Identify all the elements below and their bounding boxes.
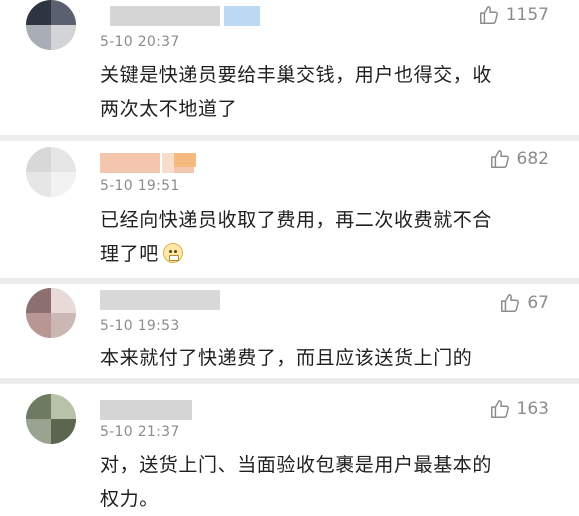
thumbs-up-icon — [490, 400, 509, 418]
thumbs-up-icon — [490, 150, 509, 168]
like-count: 67 — [527, 293, 549, 313]
comment-timestamp: 5-10 20:37 — [100, 34, 180, 50]
avatar[interactable] — [26, 394, 76, 444]
grin-emoji-icon — [162, 243, 183, 263]
comment-text-line: 已经向快递员收取了费用，再二次收费就不合 — [100, 209, 493, 231]
comment-text: 已经向快递员收取了费用，再二次收费就不合 理了吧 — [100, 203, 551, 271]
comment-timestamp: 5-10 19:53 — [100, 318, 180, 334]
avatar[interactable] — [26, 147, 76, 197]
comment-item: 163 5-10 21:37 对，送货上门、当面验收包裹是用户最基本的 权力。 — [0, 384, 579, 516]
comment-feed: 1157 5-10 20:37 关键是快递员要给丰巢交钱，用户也得交，收 两次太… — [0, 0, 579, 516]
comment-text: 对，送货上门、当面验收包裹是用户最基本的 权力。 — [100, 448, 551, 516]
comment-item: 1157 5-10 20:37 关键是快递员要给丰巢交钱，用户也得交，收 两次太… — [0, 0, 579, 135]
comment-text: 关键是快递员要给丰巢交钱，用户也得交，收 两次太不地道了 — [100, 58, 551, 126]
like-count: 163 — [516, 399, 549, 419]
like-count: 1157 — [505, 5, 549, 25]
comment-timestamp: 5-10 19:51 — [100, 178, 180, 194]
comment-item: 682 5-10 19:51 已经向快递员收取了费用，再二次收费就不合 理了吧 — [0, 141, 579, 278]
thumbs-up-icon — [501, 294, 520, 312]
avatar[interactable] — [26, 0, 76, 50]
comment-text-line: 关键是快递员要给丰巢交钱，用户也得交，收 — [100, 64, 493, 86]
like-button[interactable]: 67 — [499, 292, 549, 314]
comment-text-line: 对，送货上门、当面验收包裹是用户最基本的 — [100, 454, 493, 476]
comment-text-line: 理了吧 — [100, 237, 551, 271]
thumbs-up-icon — [479, 6, 498, 24]
like-button[interactable]: 163 — [489, 398, 549, 420]
comment-text-line: 两次太不地道了 — [100, 98, 238, 120]
comment-text: 本来就付了快递费了，而且应该送货上门的 — [100, 341, 551, 375]
like-button[interactable]: 1157 — [478, 4, 549, 26]
comment-timestamp: 5-10 21:37 — [100, 424, 180, 440]
like-button[interactable]: 682 — [489, 148, 549, 170]
like-count: 682 — [516, 149, 549, 169]
avatar[interactable] — [26, 288, 76, 338]
comment-item: 67 5-10 19:53 本来就付了快递费了，而且应该送货上门的 — [0, 284, 579, 378]
comment-text-line: 权力。 — [100, 488, 159, 510]
comment-text-line: 本来就付了快递费了，而且应该送货上门的 — [100, 347, 473, 369]
